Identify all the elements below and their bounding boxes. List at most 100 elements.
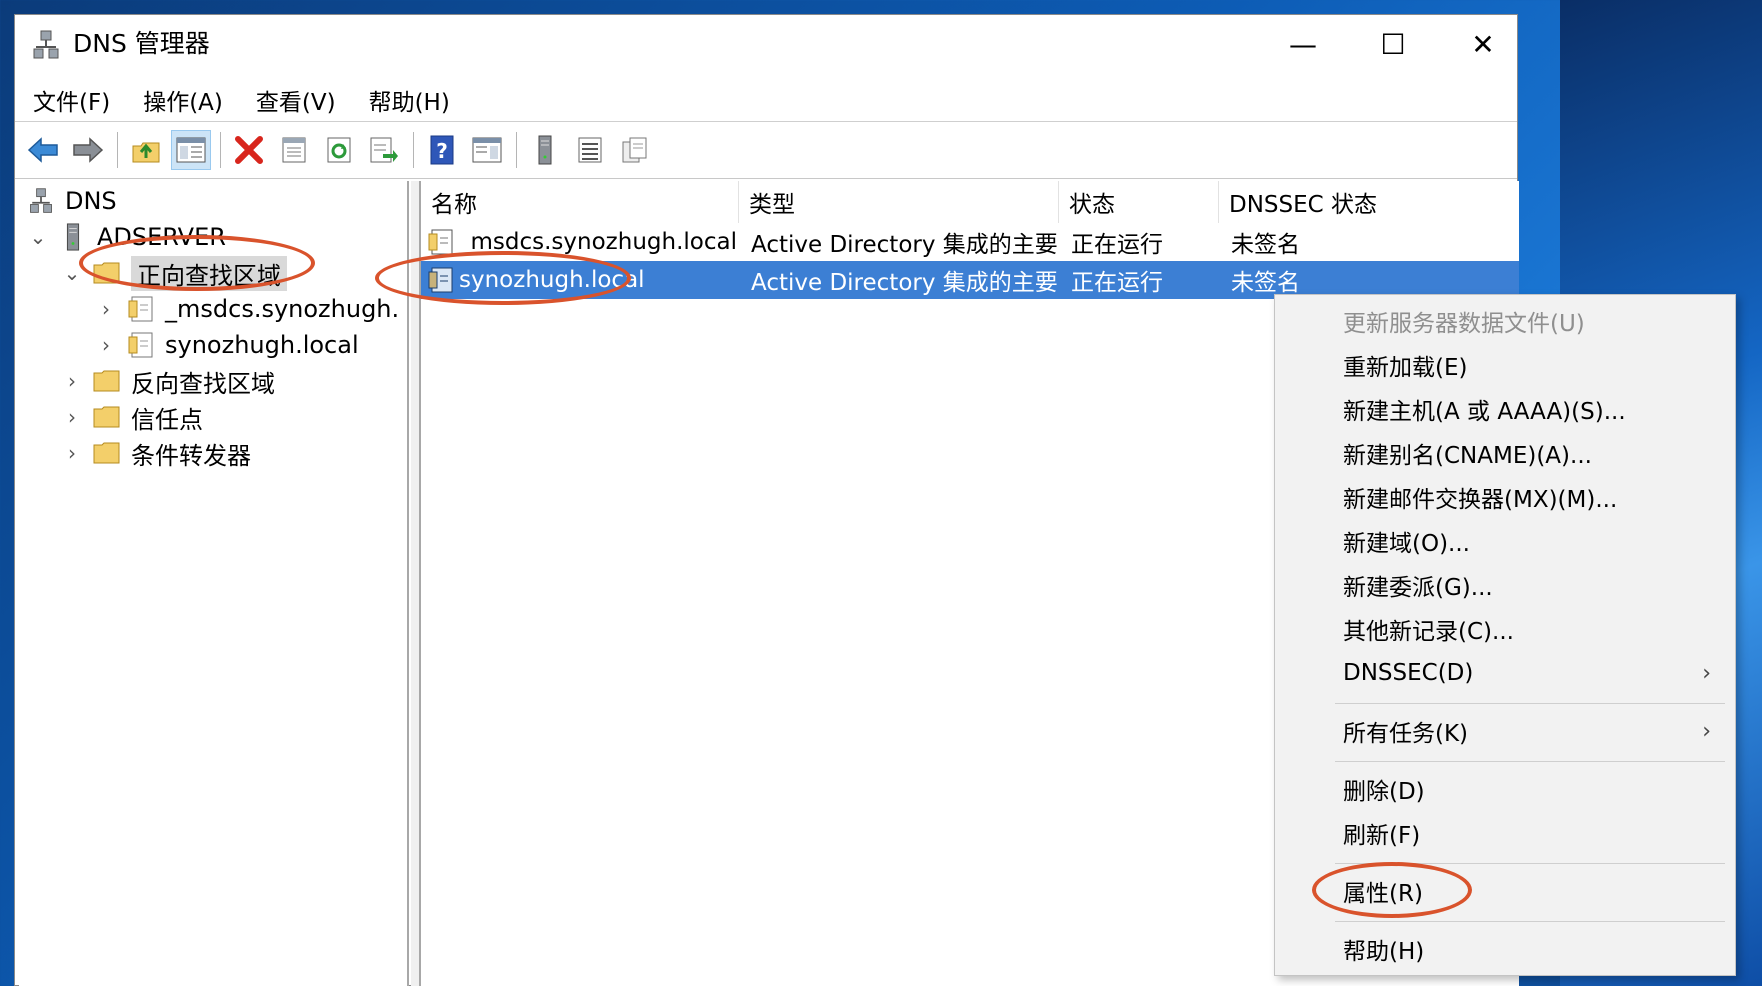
help-button[interactable]: ? — [422, 130, 462, 170]
minimize-button[interactable]: — — [1259, 15, 1347, 73]
menu-item-delete[interactable]: 删除(D) — [1275, 769, 1735, 809]
menu-item-dnssec-label: DNSSEC(D) — [1343, 660, 1474, 686]
zone-icon — [127, 331, 155, 359]
row-name-text: _msdcs.synozhugh.local — [459, 229, 737, 255]
chevron-down-icon[interactable]: ⌄ — [27, 225, 49, 249]
tree-label-conditional-forwarders: 条件转发器 — [131, 441, 251, 470]
refresh-button[interactable] — [319, 130, 359, 170]
chevron-right-icon[interactable]: › — [61, 441, 83, 465]
folder-icon — [93, 367, 121, 395]
toolbar: ? — [15, 123, 1517, 177]
menu-action[interactable]: 操作(A) — [143, 83, 223, 117]
show-hide-console-tree-button[interactable] — [171, 130, 211, 170]
server-button[interactable] — [525, 130, 565, 170]
up-one-level-button[interactable] — [126, 130, 166, 170]
toolbar-separator — [220, 132, 221, 168]
menu-item-new-host[interactable]: 新建主机(A 或 AAAA)(S)... — [1275, 389, 1735, 429]
copy-button[interactable] — [615, 130, 655, 170]
refresh-icon — [327, 137, 351, 163]
tree-item-dns[interactable]: DNS — [27, 183, 117, 219]
menu-item-all-tasks[interactable]: 所有任务(K) › — [1275, 711, 1735, 751]
cell-type: Active Directory 集成的主要... — [751, 232, 1057, 258]
menu-item-refresh[interactable]: 刷新(F) — [1275, 813, 1735, 853]
menu-view[interactable]: 查看(V) — [256, 83, 336, 117]
zone-icon — [427, 266, 455, 294]
column-header-type[interactable]: 类型 — [739, 181, 1059, 223]
tree-item-conditional-forwarders[interactable]: › 条件转发器 — [61, 435, 251, 471]
menu-item-other-new-records[interactable]: 其他新记录(C)... — [1275, 609, 1735, 649]
up-folder-icon — [132, 142, 160, 163]
chevron-right-icon[interactable]: › — [95, 333, 117, 357]
export-list-icon — [370, 137, 398, 163]
menu-file[interactable]: 文件(F) — [33, 83, 110, 117]
menu-separator — [1335, 703, 1725, 704]
close-button[interactable]: ✕ — [1439, 15, 1527, 73]
cell-name: synozhugh.local — [427, 261, 739, 299]
column-header-dnssec-status[interactable]: DNSSEC 状态 — [1219, 181, 1519, 223]
console-tree: DNS ⌄ ADSERVER ⌄ 正向查找区域 › _msdcs.synozhu… — [19, 181, 409, 986]
zone-icon — [427, 228, 455, 256]
submenu-arrow-icon: › — [1702, 719, 1711, 744]
export-list-button[interactable] — [364, 130, 404, 170]
dns-app-icon — [33, 29, 59, 61]
list-view-button[interactable] — [570, 130, 610, 170]
menu-item-update-server-data-file[interactable]: 更新服务器数据文件(U) — [1275, 301, 1735, 341]
tree-label-dns: DNS — [65, 187, 117, 215]
forward-button[interactable] — [68, 130, 108, 170]
show-hide-action-pane-icon — [472, 137, 502, 163]
context-menu: 更新服务器数据文件(U) 重新加载(E) 新建主机(A 或 AAAA)(S)..… — [1274, 294, 1736, 976]
zone-icon — [127, 295, 155, 323]
toolbar-separator — [413, 132, 414, 168]
tree-label-zone-synozhugh-local: synozhugh.local — [165, 331, 359, 359]
cell-name: _msdcs.synozhugh.local — [427, 223, 739, 261]
help-icon: ? — [430, 135, 454, 165]
maximize-button[interactable]: ☐ — [1349, 15, 1437, 73]
chevron-right-icon[interactable]: › — [61, 369, 83, 393]
title-bar: DNS 管理器 — ☐ ✕ — [15, 15, 1517, 73]
show-hide-action-pane-button[interactable] — [467, 130, 507, 170]
menu-item-new-delegation[interactable]: 新建委派(G)... — [1275, 565, 1735, 605]
cell-status: 正在运行 — [1071, 270, 1163, 296]
menu-separator — [1335, 863, 1725, 864]
column-header-status[interactable]: 状态 — [1059, 181, 1219, 223]
cell-status: 正在运行 — [1071, 232, 1163, 258]
menu-item-help[interactable]: 帮助(H) — [1275, 929, 1735, 969]
menu-item-reload[interactable]: 重新加载(E) — [1275, 345, 1735, 385]
tree-label-reverse-lookup-zones: 反向查找区域 — [131, 369, 275, 398]
chevron-right-icon[interactable]: › — [61, 405, 83, 429]
submenu-arrow-icon: › — [1702, 661, 1711, 686]
back-button[interactable] — [23, 130, 63, 170]
chevron-down-icon[interactable]: ⌄ — [61, 261, 83, 285]
svg-text:?: ? — [436, 139, 448, 163]
pane-splitter[interactable] — [411, 181, 419, 986]
menu-separator — [1335, 761, 1725, 762]
menu-help[interactable]: 帮助(H) — [369, 83, 450, 117]
delete-button[interactable] — [229, 130, 269, 170]
menu-separator — [1335, 921, 1725, 922]
menubar-divider — [15, 121, 1517, 122]
tree-item-adserver[interactable]: ⌄ ADSERVER — [27, 219, 226, 255]
menu-item-new-alias[interactable]: 新建别名(CNAME)(A)... — [1275, 433, 1735, 473]
chevron-right-icon[interactable]: › — [95, 297, 117, 321]
toolbar-divider — [15, 178, 1517, 179]
column-header-name[interactable]: 名称 — [421, 181, 739, 223]
window-title: DNS 管理器 — [73, 29, 210, 58]
tree-item-zone-msdcs[interactable]: › _msdcs.synozhugh. — [95, 291, 399, 327]
menu-item-properties[interactable]: 属性(R) — [1275, 871, 1735, 911]
tree-item-forward-lookup-zones[interactable]: ⌄ 正向查找区域 — [61, 255, 287, 291]
tree-item-trust-points[interactable]: › 信任点 — [61, 399, 203, 435]
table-row[interactable]: _msdcs.synozhugh.local Active Directory … — [421, 223, 1519, 261]
properties-button[interactable] — [274, 130, 314, 170]
row-name-text: synozhugh.local — [459, 267, 645, 293]
tree-label-forward-lookup-zones: 正向查找区域 — [131, 255, 287, 291]
properties-icon — [282, 137, 306, 163]
menu-item-new-domain[interactable]: 新建域(O)... — [1275, 521, 1735, 561]
folder-icon — [93, 439, 121, 467]
tree-item-reverse-lookup-zones[interactable]: › 反向查找区域 — [61, 363, 275, 399]
menu-item-new-mail-exchanger[interactable]: 新建邮件交换器(MX)(M)... — [1275, 477, 1735, 517]
list-view-icon — [578, 137, 602, 163]
menu-item-dnssec[interactable]: DNSSEC(D) › — [1275, 653, 1735, 693]
tree-item-zone-synozhugh-local[interactable]: › synozhugh.local — [95, 327, 359, 363]
back-arrow-icon — [27, 137, 58, 163]
tree-label-trust-points: 信任点 — [131, 405, 203, 434]
